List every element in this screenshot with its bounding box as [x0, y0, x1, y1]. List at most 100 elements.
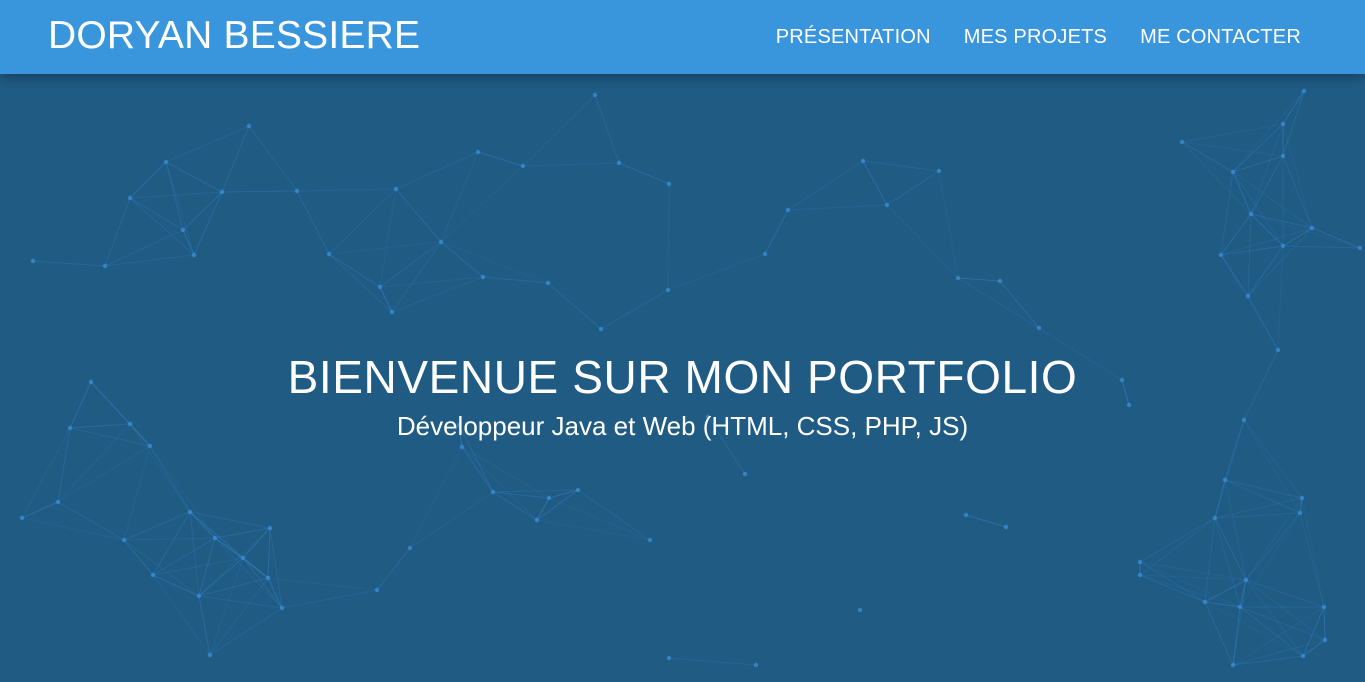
network-dot: [30, 258, 36, 264]
network-dot: [407, 545, 413, 551]
network-dot: [1243, 577, 1249, 583]
network-line: [1239, 512, 1301, 608]
hero-title: BIENVENUE SUR MON PORTFOLIO: [287, 351, 1078, 403]
network-dot: [102, 263, 108, 269]
network-dot: [1218, 252, 1224, 258]
network-dot: [490, 489, 496, 495]
network-line: [787, 160, 864, 211]
network-dot: [1300, 653, 1306, 659]
network-line: [182, 191, 223, 231]
brand-logo-link[interactable]: DORYAN BESSIERE: [48, 14, 420, 58]
network-line: [1232, 639, 1326, 666]
network-line: [1250, 123, 1284, 215]
network-line: [886, 170, 940, 206]
network-line: [1245, 512, 1301, 581]
network-dot: [647, 537, 653, 543]
network-dot: [857, 607, 863, 613]
network-dot: [997, 278, 1003, 284]
network-line: [129, 191, 223, 199]
network-line: [440, 151, 479, 243]
network-line: [21, 517, 125, 541]
network-line: [1299, 512, 1325, 608]
network-dot: [860, 158, 866, 164]
network-dot: [1237, 604, 1243, 610]
network-dot: [936, 168, 942, 174]
network-dot: [884, 202, 890, 208]
network-line: [21, 501, 59, 519]
network-dot: [1003, 524, 1009, 530]
network-dot: [393, 186, 399, 192]
network-line: [1139, 574, 1206, 603]
network-line: [129, 197, 195, 256]
network-line: [461, 446, 538, 521]
network-dot: [1299, 495, 1305, 501]
nav-link-presentation[interactable]: PRÉSENTATION: [776, 24, 931, 50]
network-line: [267, 527, 271, 579]
network-line: [209, 577, 269, 656]
network-line: [547, 282, 602, 330]
nav-link-me-contacter[interactable]: ME CONTACTER: [1140, 24, 1301, 50]
network-line: [182, 229, 195, 256]
nav-link-mes-projets[interactable]: MES PROJETS: [964, 24, 1107, 50]
network-dot: [1222, 477, 1228, 483]
network-dot: [762, 251, 768, 257]
network-line: [1247, 227, 1313, 297]
network-line: [461, 446, 494, 493]
network-line: [379, 276, 484, 288]
network-line: [1282, 90, 1305, 125]
network-dot: [1280, 243, 1286, 249]
network-line: [32, 260, 106, 267]
network-line: [440, 241, 484, 278]
network-line: [165, 161, 223, 193]
network-dot: [665, 287, 671, 293]
network-line: [1232, 655, 1304, 666]
network-line: [379, 241, 442, 288]
network-line: [536, 497, 550, 521]
network-line: [862, 160, 888, 206]
network-line: [379, 188, 397, 288]
network-line: [198, 595, 283, 609]
network-line: [536, 519, 651, 541]
network-dot: [187, 509, 193, 515]
network-dot: [196, 593, 202, 599]
network-line: [1301, 497, 1325, 608]
network-dot: [246, 123, 252, 129]
network-dot: [1297, 510, 1303, 516]
network-line: [209, 607, 283, 656]
network-line: [409, 491, 494, 549]
network-dot: [1230, 662, 1236, 668]
network-line: [667, 183, 670, 291]
network-line: [129, 197, 184, 231]
network-dot: [377, 284, 383, 290]
network-line: [1282, 90, 1305, 157]
network-line: [1204, 601, 1304, 657]
network-line: [189, 511, 200, 597]
network-line: [1311, 227, 1361, 249]
network-dot: [127, 195, 133, 201]
network-line: [296, 190, 330, 255]
network-line: [123, 445, 151, 541]
network-dot: [575, 487, 581, 493]
network-dot: [191, 252, 197, 258]
network-dot: [475, 149, 481, 155]
network-line: [548, 489, 579, 499]
network-dot: [1137, 572, 1143, 578]
network-line: [957, 277, 1040, 329]
network-line: [461, 446, 550, 499]
network-line: [149, 445, 191, 513]
network-dot: [1202, 599, 1208, 605]
network-line: [198, 537, 216, 597]
network-line: [296, 188, 397, 192]
network-dot: [1137, 559, 1143, 565]
network-line: [409, 446, 463, 549]
network-dot: [1248, 211, 1254, 217]
network-dot: [1280, 153, 1286, 159]
network-line: [1220, 245, 1284, 256]
network-line: [522, 94, 596, 167]
network-line: [1139, 517, 1216, 563]
network-line: [248, 125, 298, 192]
network-dot: [742, 471, 748, 477]
network-line: [1323, 606, 1326, 641]
network-line: [242, 557, 269, 579]
network-dot: [1230, 169, 1236, 175]
